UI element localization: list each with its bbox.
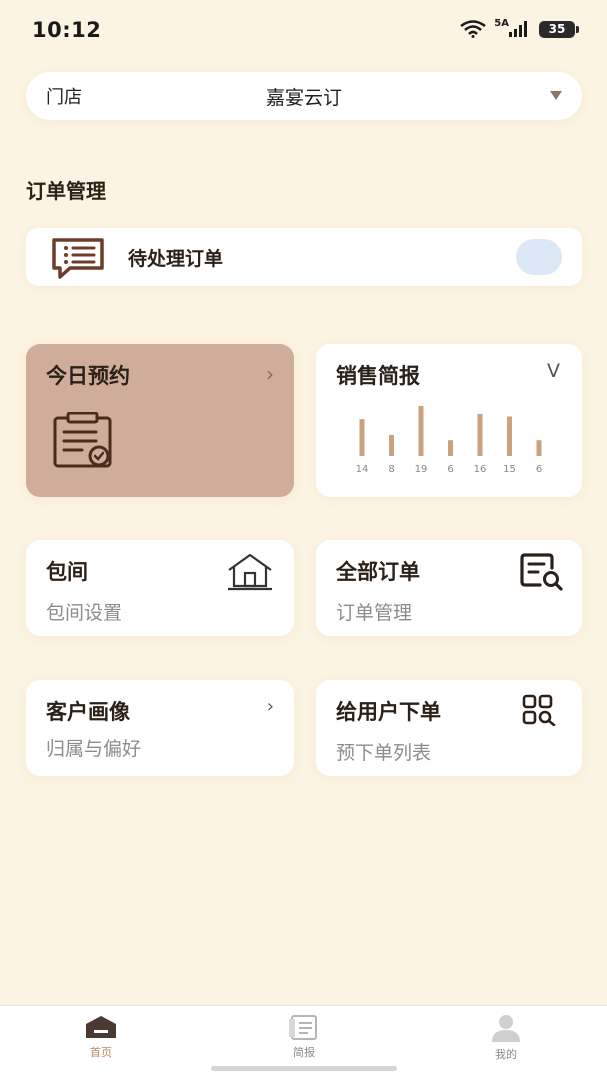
pending-orders-toggle[interactable]	[516, 239, 562, 275]
pending-orders-row[interactable]: 待处理订单	[26, 228, 582, 286]
section-title: 订单管理	[26, 179, 106, 203]
store-value: 嘉宴云订	[265, 86, 342, 109]
sales-bar-label: 8	[388, 464, 394, 475]
sales-report-card[interactable]: 销售简报 V 14 8 19 6 16 15 6	[316, 344, 582, 497]
chat-list-icon	[52, 238, 104, 279]
place-order-title: 给用户下单	[336, 700, 441, 724]
nav-mine-label: 我的	[495, 1048, 517, 1061]
home-tab-icon	[86, 1016, 116, 1038]
nav-report-label: 简报	[293, 1046, 315, 1059]
sales-bar-label: 6	[536, 464, 542, 475]
customer-profile-card[interactable]: 客户画像 › 归属与偏好	[26, 680, 294, 776]
battery-icon: 35	[539, 20, 579, 38]
room-card[interactable]: 包间 包间设置	[26, 540, 294, 636]
network-type-label: 5A	[494, 17, 509, 29]
all-orders-subtitle: 订单管理	[336, 602, 413, 624]
today-reservations-title: 今日预约	[46, 364, 130, 388]
chevron-down-icon[interactable]: V	[547, 360, 560, 382]
grid-search-icon	[522, 694, 556, 726]
pending-orders-label: 待处理订单	[128, 248, 224, 270]
sales-bar-label: 19	[415, 464, 428, 475]
sales-bar	[359, 419, 365, 456]
order-search-icon	[520, 553, 563, 591]
house-icon	[228, 553, 272, 591]
wifi-icon	[460, 20, 487, 38]
sales-bar-label: 6	[447, 464, 453, 475]
sales-report-title: 销售简报	[336, 364, 420, 388]
sales-bar-chart: 14 8 19 6 16 15 6	[356, 406, 542, 475]
place-order-subtitle: 预下单列表	[336, 742, 432, 764]
sales-bar-label: 14	[356, 464, 369, 475]
nav-home-label: 首页	[90, 1046, 112, 1059]
store-selector[interactable]: 门店 嘉宴云订	[26, 72, 582, 120]
user-tab-icon	[492, 1015, 520, 1042]
customer-profile-subtitle: 归属与偏好	[46, 738, 142, 760]
chevron-right-icon: ›	[266, 362, 274, 386]
room-subtitle: 包间设置	[46, 602, 123, 624]
clipboard-check-icon	[53, 412, 112, 468]
sales-bar	[536, 440, 542, 456]
sales-bar	[389, 434, 394, 456]
home-indicator	[211, 1066, 397, 1071]
customer-profile-title: 客户画像	[46, 700, 130, 724]
sales-bar-label: 16	[474, 464, 487, 475]
all-orders-card[interactable]: 全部订单 订单管理	[316, 540, 582, 636]
today-reservations-card[interactable]: 今日预约 ›	[26, 344, 294, 497]
chevron-right-icon: ›	[266, 696, 274, 717]
sales-bar	[448, 440, 453, 456]
status-icons: 5A 35	[460, 17, 579, 38]
nav-home[interactable]: 首页	[61, 1014, 141, 1060]
status-bar: 10:12 5A 35	[0, 0, 607, 60]
sales-bar-label: 15	[503, 464, 516, 475]
nav-mine[interactable]: 我的	[466, 1014, 546, 1062]
sales-bar	[507, 416, 512, 456]
sales-bar	[477, 413, 483, 456]
place-order-card[interactable]: 给用户下单 预下单列表	[316, 680, 582, 776]
report-tab-icon	[289, 1015, 317, 1040]
sales-bar	[418, 406, 424, 456]
nav-report[interactable]: 简报	[264, 1014, 344, 1060]
signal-icon	[509, 21, 527, 37]
status-time: 10:12	[32, 18, 102, 42]
all-orders-title: 全部订单	[336, 560, 420, 584]
room-title: 包间	[46, 560, 88, 584]
dropdown-arrow-icon	[550, 91, 562, 100]
